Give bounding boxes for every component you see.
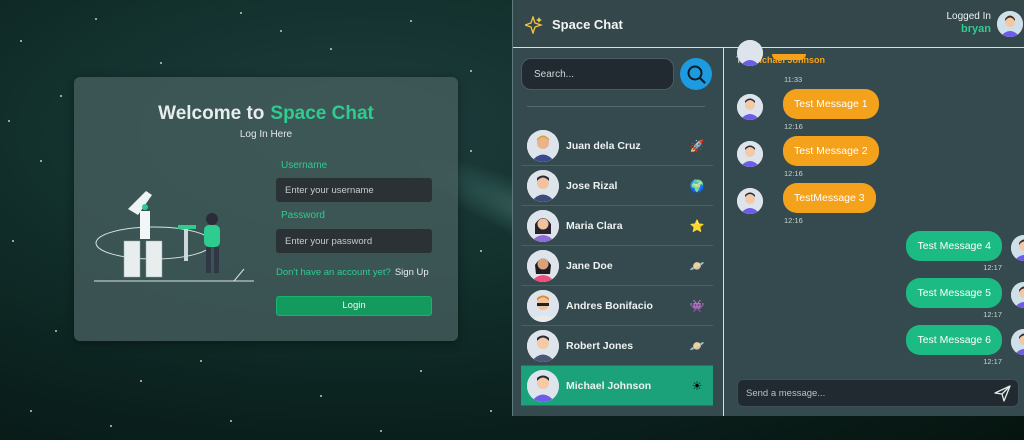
chat-window: Space Chat Logged In bryan Juan dela Cr (512, 0, 1024, 416)
planet-icon: 🪐 (689, 259, 705, 273)
contact-name: Michael Johnson (566, 380, 652, 392)
astronaut-illustration (94, 191, 254, 282)
avatar (527, 290, 559, 322)
avatar (737, 40, 763, 66)
message-input[interactable] (738, 380, 988, 406)
welcome-heading: Welcome to Space Chat (158, 103, 374, 124)
message-time: 12:17 (983, 357, 1002, 366)
signup-prompt: Don't have an account yet? (276, 267, 391, 278)
message-time: 12:16 (784, 169, 803, 178)
sidebar-divider (527, 106, 705, 107)
avatar (527, 370, 559, 402)
logged-in-status: Logged In bryan (947, 11, 992, 35)
avatar (527, 330, 559, 362)
contact-item[interactable]: Maria Clara ⭐ (521, 206, 713, 246)
avatar (527, 210, 559, 242)
message-panel: To:Michael Johnson 11:33 Test Message 1 … (725, 40, 1024, 416)
alien-icon: 👾 (689, 299, 705, 313)
message-time: 12:17 (983, 263, 1002, 272)
login-subtitle: Log In Here (239, 129, 293, 140)
avatar (1011, 329, 1024, 355)
rocket-icon: 🚀 (689, 139, 705, 153)
search-input[interactable] (521, 58, 674, 90)
login-button[interactable]: Login (276, 296, 432, 316)
avatar (1011, 235, 1024, 261)
star-icon: ⭐ (689, 219, 705, 233)
contact-item[interactable]: Andres Bonifacio 👾 (521, 286, 713, 326)
avatar (737, 141, 763, 167)
avatar (527, 130, 559, 162)
contact-item[interactable]: Robert Jones 🪐 (521, 326, 713, 366)
contact-name: Andres Bonifacio (566, 300, 653, 312)
contact-item[interactable]: Juan dela Cruz 🚀 (521, 126, 713, 166)
contacts-sidebar: Juan dela Cruz 🚀 Jose Rizal 🌍 Maria Clar… (513, 48, 724, 416)
signup-link[interactable]: Sign Up (395, 267, 429, 278)
globe-icon: 🌍 (689, 179, 705, 193)
logged-in-username: bryan (961, 23, 991, 35)
password-label: Password (281, 210, 325, 221)
avatar (1011, 282, 1024, 308)
login-card: Welcome to Space Chat Log In Here Usernam… (74, 77, 458, 341)
contact-item-active[interactable]: Michael Johnson ☀ (521, 366, 713, 406)
search-button[interactable] (680, 58, 712, 90)
contact-name: Robert Jones (566, 340, 634, 352)
password-input[interactable] (276, 229, 432, 253)
contact-name: Jose Rizal (566, 180, 618, 192)
logged-in-label: Logged In (946, 11, 992, 22)
contact-name: Juan dela Cruz (566, 140, 641, 152)
username-input[interactable] (276, 178, 432, 202)
message-time: 12:17 (983, 310, 1002, 319)
message-bubble-incoming: Test Message 2 (783, 136, 879, 166)
message-bubble-incoming: Test Message 1 (783, 89, 879, 119)
message-time: 12:16 (784, 216, 803, 225)
message-bubble-incoming (772, 54, 806, 60)
sun-icon: ☀ (691, 379, 703, 393)
contact-list: Juan dela Cruz 🚀 Jose Rizal 🌍 Maria Clar… (521, 126, 713, 406)
message-bubble-outgoing: Test Message 6 (906, 325, 1002, 355)
send-icon[interactable] (994, 385, 1011, 402)
message-bubble-outgoing: Test Message 4 (906, 231, 1002, 261)
message-bubble-outgoing: Test Message 5 (906, 278, 1002, 308)
avatar (737, 188, 763, 214)
message-bubble-incoming: TestMessage 3 (783, 183, 876, 213)
message-time: 12:16 (784, 122, 803, 131)
message-composer (737, 379, 1019, 407)
contact-name: Maria Clara (566, 220, 623, 232)
search-icon (687, 65, 706, 84)
planet-icon: 🪐 (689, 339, 705, 353)
app-title: Space Chat (552, 17, 623, 32)
avatar (527, 250, 559, 282)
user-avatar[interactable] (997, 11, 1023, 37)
avatar-icon (997, 11, 1023, 37)
message-time: 11:33 (784, 75, 803, 84)
avatar (737, 94, 763, 120)
avatar (527, 170, 559, 202)
signup-line: Don't have an account yet? Sign Up (276, 267, 429, 278)
contact-name: Jane Doe (566, 260, 613, 272)
username-label: Username (281, 160, 328, 171)
sparkle-logo-icon (525, 16, 543, 34)
brand-name: Space Chat (270, 103, 374, 124)
chat-header: Space Chat Logged In bryan (513, 0, 1024, 48)
contact-item[interactable]: Jose Rizal 🌍 (521, 166, 713, 206)
contact-item[interactable]: Jane Doe 🪐 (521, 246, 713, 286)
